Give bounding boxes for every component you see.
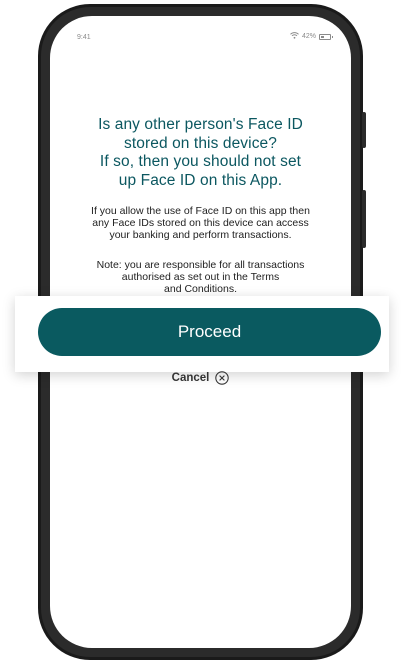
- headline-line: If so, then you should not set: [99, 153, 302, 170]
- text-line: any Face IDs stored on this device can a…: [92, 217, 309, 229]
- dialog-headline: Is any other person's Face ID stored on …: [50, 116, 351, 190]
- face-id-warning-text: If you allow the use of Face ID on this …: [64, 205, 337, 241]
- side-button: [362, 112, 366, 148]
- proceed-button[interactable]: Proceed: [38, 308, 381, 356]
- text-line: authorised as set out in the Terms: [121, 271, 280, 283]
- text-line: your banking and perform transactions.: [109, 229, 292, 241]
- wifi-icon: [290, 32, 299, 41]
- text-line: If you allow the use of Face ID on this …: [91, 205, 310, 217]
- status-indicators: 42%: [290, 32, 333, 41]
- responsibility-note-text: Note: you are responsible for all transa…: [64, 259, 337, 295]
- close-circle-icon[interactable]: [215, 371, 230, 385]
- battery-percent: 42%: [301, 33, 316, 40]
- text-line: Note: you are responsible for all transa…: [96, 259, 305, 271]
- cancel-button[interactable]: Cancel: [0, 371, 401, 385]
- cancel-label: Cancel: [171, 372, 210, 384]
- headline-line: Is any other person's Face ID: [98, 116, 303, 133]
- text-line: and Conditions.: [164, 283, 237, 295]
- battery-level: [321, 35, 325, 38]
- headline-line: stored on this device?: [124, 134, 277, 152]
- proceed-card: Proceed: [15, 296, 389, 372]
- side-button: [362, 190, 366, 248]
- headline-line: up Face ID on this App.: [118, 171, 283, 189]
- status-time: 9:41: [77, 34, 91, 41]
- battery-icon: [319, 33, 333, 40]
